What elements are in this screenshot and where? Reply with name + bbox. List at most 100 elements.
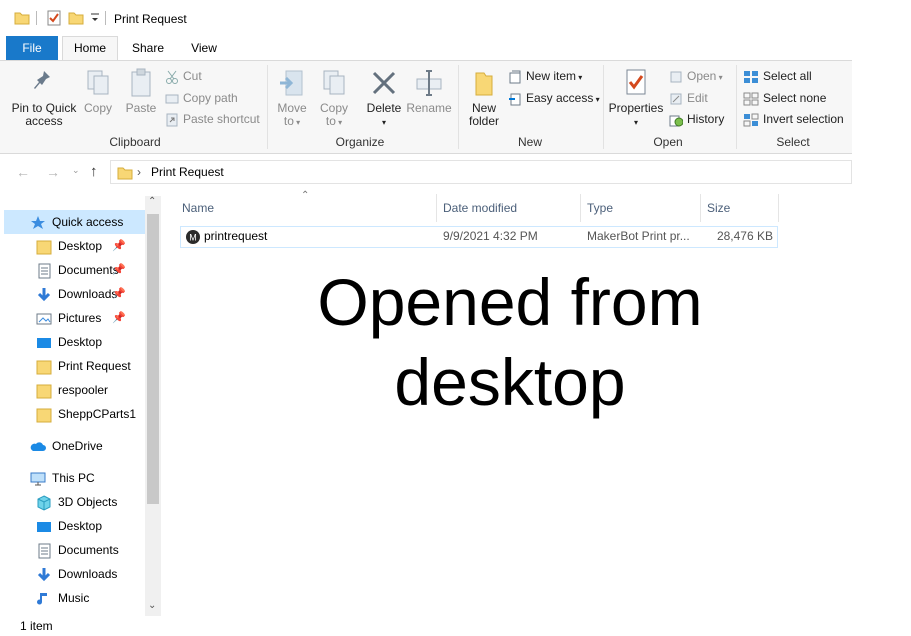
star-icon	[31, 215, 45, 229]
annotation-line-2: desktop	[394, 345, 626, 419]
select-all-label: Select all	[763, 69, 812, 83]
nav-qa-desktop[interactable]: Desktop 📌	[36, 234, 146, 258]
folder-icon	[36, 240, 52, 255]
nav-label: Music	[58, 591, 90, 605]
status-bar: 1 item	[0, 616, 911, 636]
properties-qat-icon[interactable]	[46, 10, 62, 29]
column-type[interactable]: Type	[587, 198, 613, 218]
nav-label: Desktop	[58, 519, 103, 533]
nav-qa-downloads[interactable]: Downloads 📌	[36, 282, 146, 306]
select-none-button[interactable]: Select none	[743, 88, 826, 108]
scissors-icon	[166, 70, 178, 84]
nav-quick-access[interactable]: Quick access	[30, 210, 123, 234]
copy-to-label-1: Copy	[319, 101, 348, 115]
new-folder-qat-icon[interactable]	[68, 10, 84, 29]
cube-icon	[37, 495, 51, 511]
pictures-icon	[36, 313, 52, 325]
folder-icon	[117, 165, 133, 184]
qat-divider	[36, 11, 37, 25]
nav-qa-print-request[interactable]: Print Request	[36, 354, 131, 378]
column-divider[interactable]	[436, 194, 437, 222]
paste-shortcut-button[interactable]: Paste shortcut	[165, 109, 260, 129]
copy-button[interactable]: Copy	[80, 67, 116, 115]
delete-button[interactable]: Delete ▾	[364, 67, 404, 129]
new-folder-button[interactable]: New folder	[464, 67, 504, 128]
back-arrow-icon[interactable]: ←	[16, 164, 30, 180]
nav-qa-documents[interactable]: Documents 📌	[36, 258, 146, 282]
column-divider[interactable]	[778, 194, 779, 222]
move-to-icon	[280, 70, 303, 96]
tab-share[interactable]: Share	[122, 36, 174, 60]
pin-to-quick-access-button[interactable]: Pin to Quick access	[8, 67, 80, 128]
nav-qa-desktop-2[interactable]: Desktop	[36, 330, 102, 354]
nav-qa-pictures[interactable]: Pictures 📌	[36, 306, 146, 330]
edit-label: Edit	[687, 91, 708, 105]
file-row[interactable]: M printrequest 9/9/2021 4:32 PM MakerBot…	[180, 226, 778, 248]
customize-qat-chevron-icon[interactable]	[90, 11, 100, 28]
file-size: 28,476 KB	[716, 229, 773, 243]
window-title: Print Request	[114, 12, 187, 26]
up-arrow-icon[interactable]: ↑	[90, 163, 98, 180]
column-divider[interactable]	[580, 194, 581, 222]
scroll-down-arrow-icon[interactable]: ⌄	[148, 600, 156, 611]
rename-icon	[416, 70, 442, 96]
music-note-icon	[37, 592, 47, 605]
cut-button[interactable]: Cut	[165, 66, 202, 86]
nav-qa-sheppcparts1[interactable]: SheppCParts1	[36, 402, 136, 426]
nav-qa-respooler[interactable]: respooler	[36, 378, 108, 402]
new-item-button[interactable]: New item ▾	[508, 66, 582, 86]
recent-locations-chevron-icon[interactable]: ⌄	[72, 165, 80, 176]
tab-home[interactable]: Home	[62, 36, 118, 61]
scrollbar-thumb[interactable]	[147, 214, 159, 504]
column-divider[interactable]	[700, 194, 701, 222]
invert-selection-button[interactable]: Invert selection	[743, 109, 844, 129]
computer-icon	[30, 472, 46, 486]
column-name[interactable]: Name	[182, 198, 214, 218]
easy-access-button[interactable]: Easy access ▾	[508, 88, 600, 108]
scroll-up-arrow-icon[interactable]: ⌃	[148, 196, 156, 207]
breadcrumb-print-request[interactable]: Print Request	[151, 165, 224, 179]
properties-button[interactable]: Properties ▾	[608, 67, 664, 129]
organize-group-label: Organize	[335, 135, 385, 149]
new-folder-label-1: New	[471, 101, 496, 115]
nav-label: Print Request	[58, 359, 131, 373]
column-date-modified[interactable]: Date modified	[443, 198, 517, 218]
nav-scrollbar[interactable]: ⌃ ⌄	[145, 196, 161, 616]
tab-view[interactable]: View	[178, 36, 230, 60]
nav-this-pc[interactable]: This PC	[30, 466, 95, 490]
nav-pc-downloads[interactable]: Downloads	[36, 562, 117, 586]
rename-button[interactable]: Rename	[406, 67, 452, 115]
pin-icon: 📌	[112, 240, 126, 252]
copy-path-button[interactable]: Copy path	[165, 88, 238, 108]
clipboard-group-label: Clipboard	[109, 135, 161, 149]
nav-pc-3d-objects[interactable]: 3D Objects	[36, 490, 117, 514]
history-button[interactable]: History	[669, 109, 724, 129]
nav-label: Desktop	[58, 239, 103, 253]
open-button[interactable]: Open ▾	[669, 66, 723, 86]
select-none-label: Select none	[763, 91, 827, 105]
paste-label: Paste	[125, 101, 157, 115]
nav-pc-desktop[interactable]: Desktop	[36, 514, 102, 538]
tab-file[interactable]: File	[6, 36, 58, 60]
edit-icon	[670, 93, 682, 105]
forward-arrow-icon[interactable]: →	[46, 164, 60, 180]
edit-button[interactable]: Edit	[669, 88, 708, 108]
nav-pc-documents[interactable]: Documents	[36, 538, 119, 562]
move-to-button[interactable]: Move to ▾	[274, 67, 310, 129]
nav-label: Quick access	[52, 215, 124, 229]
address-field[interactable]: › Print Request	[110, 160, 852, 184]
copy-to-button[interactable]: Copy to ▾	[316, 67, 352, 129]
breadcrumb-separator-icon: ›	[137, 165, 141, 179]
invert-selection-icon	[743, 113, 759, 127]
annotation-line-1: Opened from	[317, 265, 703, 339]
select-none-icon	[743, 92, 759, 106]
column-size[interactable]: Size	[707, 198, 730, 218]
paste-button[interactable]: Paste	[122, 67, 160, 115]
move-label-1: Move	[277, 101, 307, 115]
nav-onedrive[interactable]: OneDrive	[30, 434, 103, 458]
nav-pc-music[interactable]: Music	[36, 586, 89, 610]
history-label: History	[687, 112, 725, 126]
title-bar: Print Request	[0, 0, 911, 36]
select-all-button[interactable]: Select all	[743, 66, 812, 86]
download-arrow-icon	[37, 287, 51, 301]
